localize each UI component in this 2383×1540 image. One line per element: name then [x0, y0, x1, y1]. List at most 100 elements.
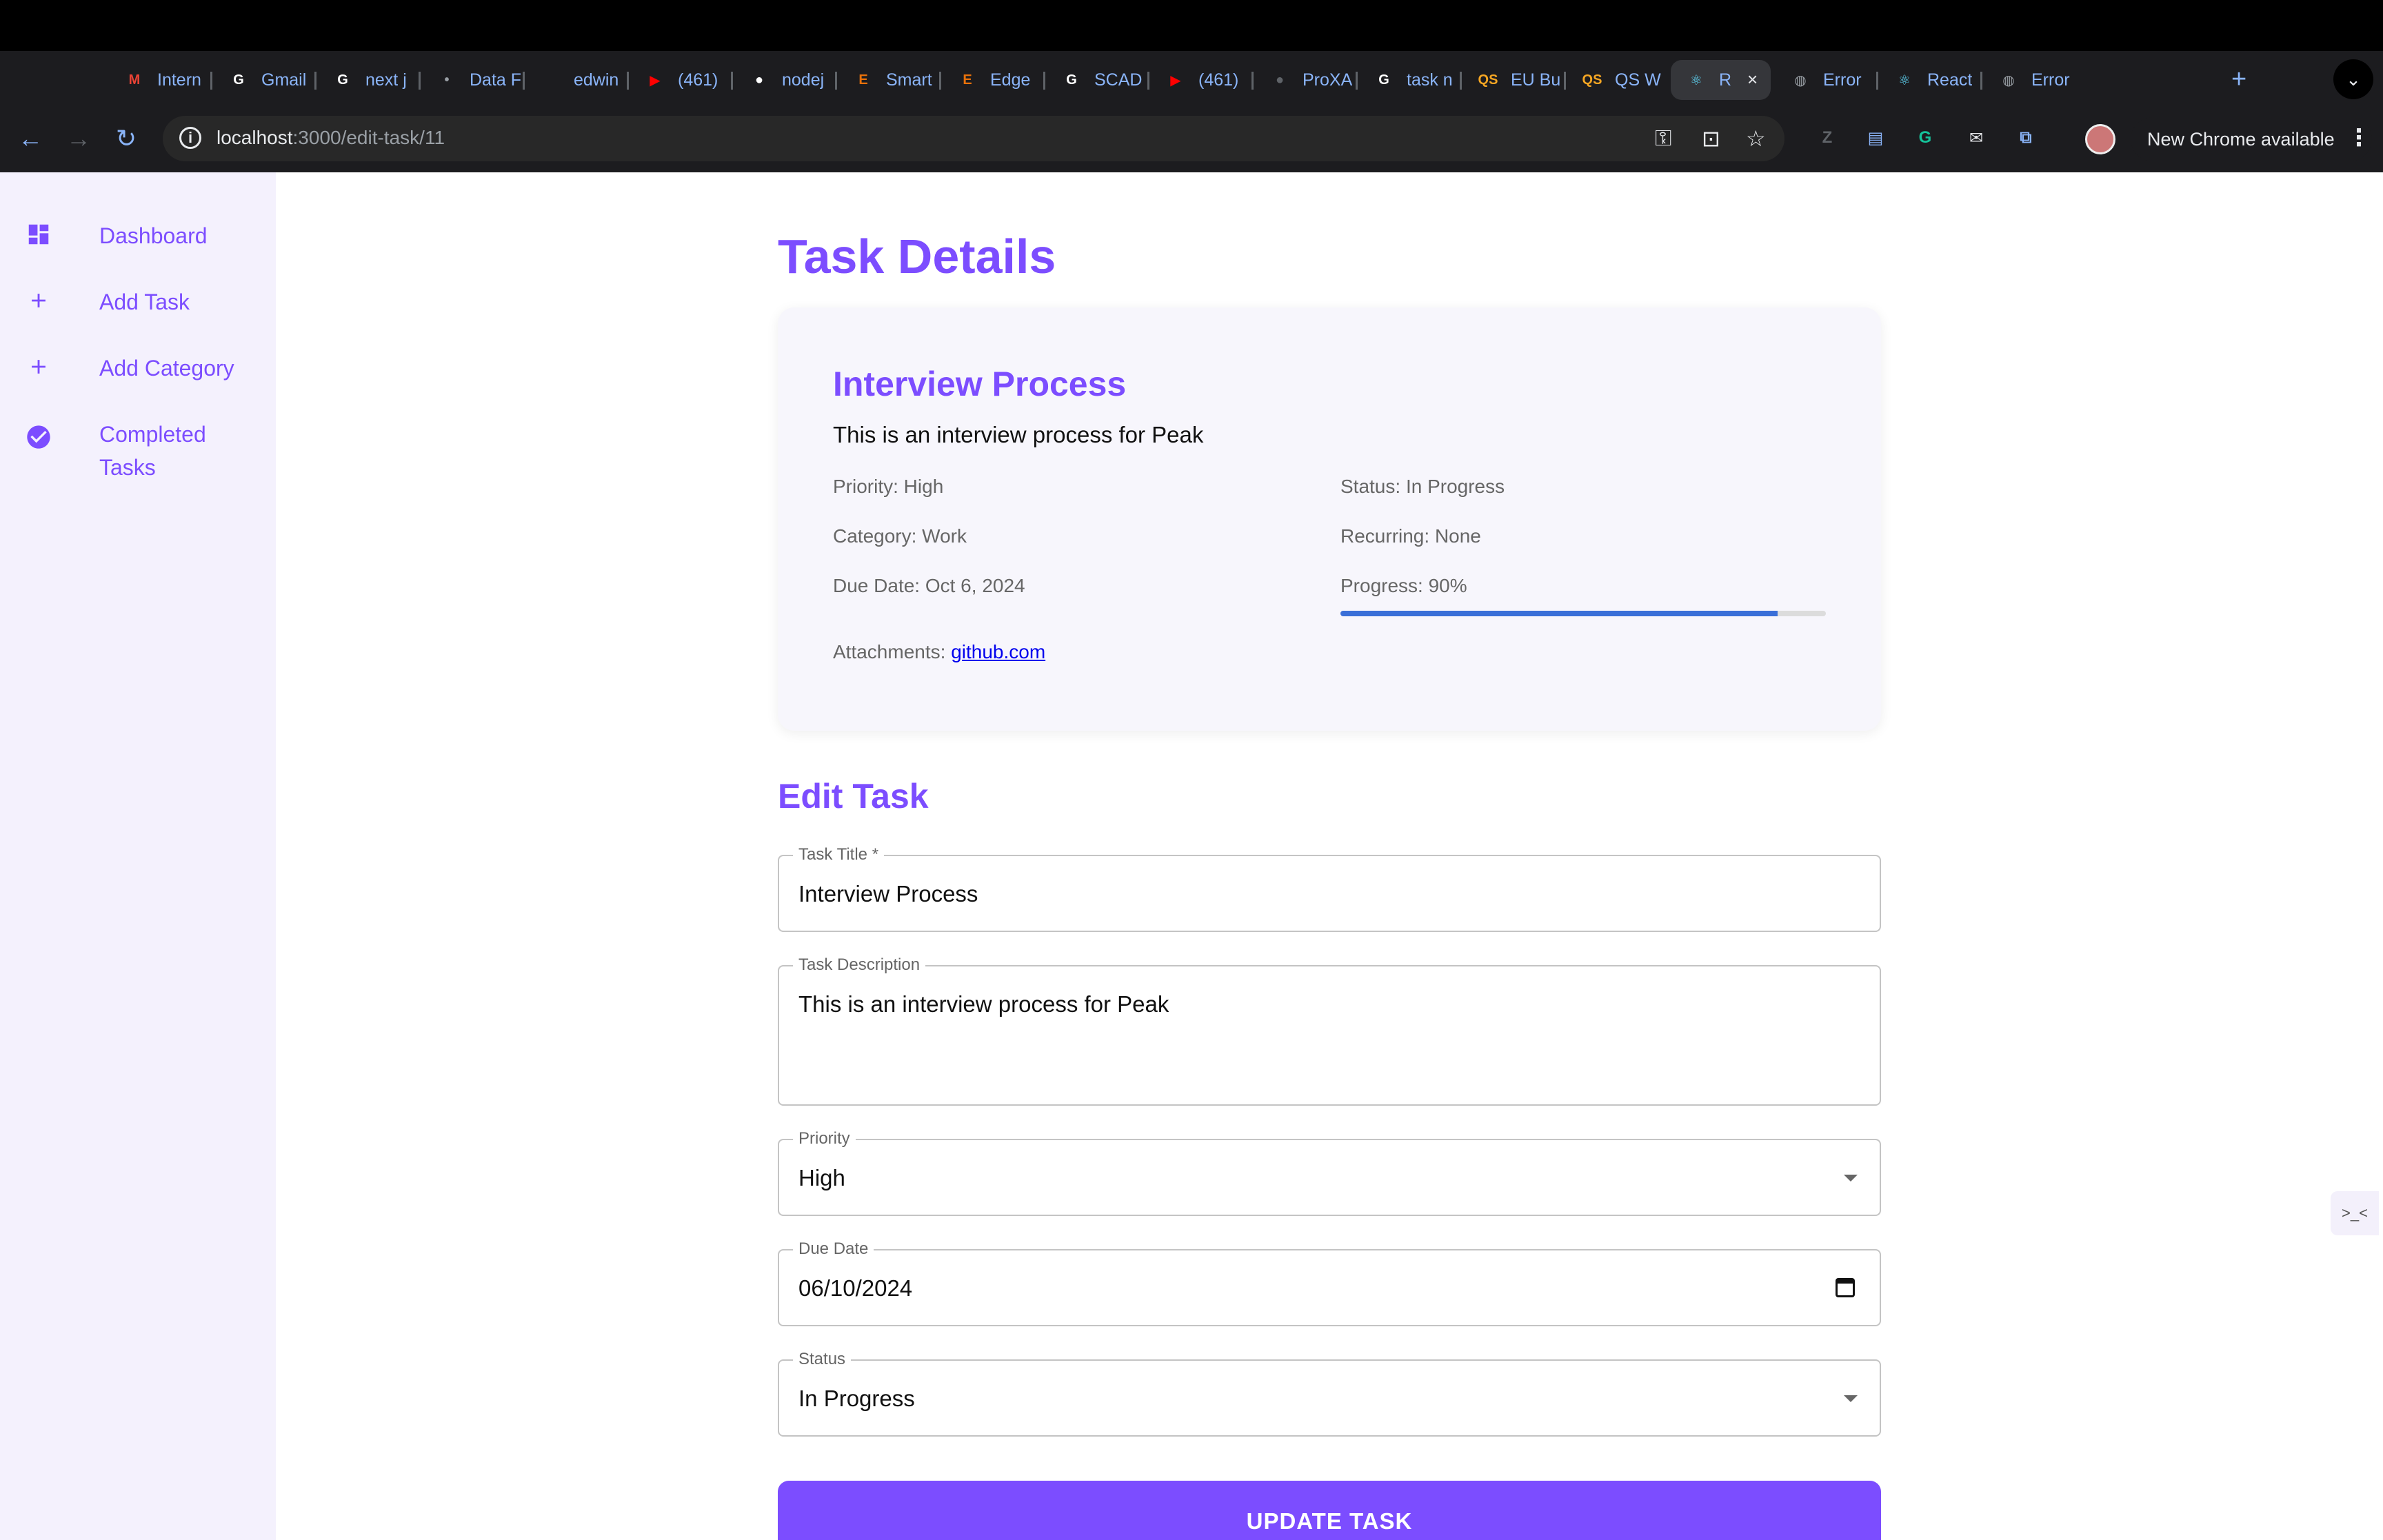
priority-select[interactable]: Priority High — [778, 1128, 1881, 1216]
browser-tab[interactable]: ● nodej — [734, 60, 834, 100]
dot-icon: • — [444, 72, 450, 88]
chevron-down-icon — [1844, 1395, 1858, 1402]
back-button[interactable]: ← — [18, 121, 43, 156]
status-text: Status: In Progress — [1340, 476, 1505, 497]
tab-separator — [210, 72, 212, 90]
tab-separator — [1460, 72, 1462, 90]
attachment-link[interactable]: github.com — [951, 641, 1045, 662]
plus-icon — [23, 352, 54, 382]
due-date-input[interactable]: Due Date 06/10/2024 — [778, 1238, 1881, 1326]
sidebar-item-label: Dashboard — [99, 223, 208, 248]
site-info-icon[interactable]: i — [179, 127, 201, 149]
extension-mail-icon[interactable]: ✉ — [1962, 124, 1990, 152]
tab-separator — [523, 72, 525, 90]
password-key-icon[interactable]: ⚿ — [1655, 125, 1671, 152]
sidebar: Dashboard Add Task Add Category Complete… — [0, 172, 276, 1540]
browser-tab-title: Gmail — [261, 70, 307, 90]
status-select[interactable]: Status In Progress — [778, 1348, 1881, 1437]
browser-tab-title: R — [1719, 70, 1732, 90]
browser-tab[interactable]: G Gmail — [213, 60, 313, 100]
forward-button[interactable]: → — [66, 121, 91, 156]
update-task-button[interactable]: UPDATE TASK — [778, 1481, 1881, 1540]
tab-search-button[interactable]: ⌄ — [2333, 59, 2373, 99]
task-title-value[interactable]: Interview Process — [798, 881, 978, 907]
browser-tab[interactable]: E Smart — [838, 60, 938, 100]
chrome-update-label: New Chrome available — [2147, 128, 2335, 150]
window-top-strip — [0, 0, 2383, 51]
tab-separator — [1564, 72, 1566, 90]
profile-avatar[interactable] — [2085, 124, 2115, 154]
browser-tab[interactable]: Gnext j — [317, 60, 417, 100]
browser-menu-icon[interactable]: ⋮ — [2347, 124, 2371, 152]
tab-separator — [419, 72, 421, 90]
browser-tab[interactable]: QS QS W — [1567, 60, 1667, 100]
browser-tab-title: Smart — [886, 70, 932, 90]
qs-icon: QS — [1582, 72, 1602, 88]
browser-tab[interactable]: QS EU Bu — [1462, 60, 1562, 100]
tab-separator — [1980, 72, 1982, 90]
browser-tab[interactable]: ● ProXA — [1254, 60, 1354, 100]
task-description-label: Task Description — [793, 954, 926, 976]
due-date-value[interactable]: 06/10/2024 — [798, 1275, 912, 1301]
browser-tab[interactable]: G SCAD — [1046, 60, 1146, 100]
browser-tab[interactable]: ⚛ React — [1879, 60, 1979, 100]
new-tab-button[interactable]: + — [2231, 66, 2246, 92]
browser-tab-title: Intern — [157, 70, 201, 90]
browser-tab-title: (461) — [678, 70, 718, 90]
letter-e-icon: E — [963, 72, 972, 88]
browser-tab-title: Data F — [470, 70, 521, 90]
task-details-card: Interview Process This is an interview p… — [778, 307, 1881, 731]
extensions-puzzle-icon[interactable]: ⧉ — [2012, 124, 2040, 152]
browser-tab[interactable]: Gtask n — [1358, 60, 1458, 100]
update-task-label: UPDATE TASK — [1246, 1508, 1413, 1534]
extension-z-icon[interactable]: Z — [1813, 124, 1841, 152]
due-date-label: Due Date — [793, 1238, 874, 1260]
globe-icon: ◍ — [2002, 72, 2015, 88]
sidebar-item-label: Add Category — [99, 356, 234, 381]
browser-tab[interactable]: ▶ (461) — [1150, 60, 1250, 100]
bookmark-star-icon[interactable]: ☆ — [1746, 125, 1766, 152]
google-icon: G — [337, 72, 348, 88]
browser-tab[interactable]: E Edge — [942, 60, 1042, 100]
letter-e-icon: E — [858, 72, 868, 88]
progress-bar — [1340, 611, 1826, 616]
browser-tab[interactable]: ▶ (461) — [630, 60, 730, 100]
reload-button[interactable]: ↻ — [116, 121, 137, 156]
task-title-input[interactable]: Task Title * Interview Process — [778, 844, 1881, 932]
grammarly-icon[interactable]: G — [1911, 124, 1939, 152]
task-description-input[interactable]: Task Description This is an interview pr… — [778, 954, 1881, 1106]
calendar-icon[interactable] — [1836, 1278, 1855, 1297]
task-title: Interview Process — [833, 365, 1127, 403]
task-title-label: Task Title * — [793, 844, 885, 866]
browser-tab[interactable]: ◍ Error — [1775, 60, 1875, 100]
url-text[interactable]: localhost:3000/edit-task/11 — [217, 127, 445, 149]
url-host: localhost — [217, 127, 293, 148]
progress-text: Progress: 90% — [1340, 575, 1467, 596]
task-description-value[interactable]: This is an interview process for Peak — [798, 991, 1169, 1017]
extension-book-icon[interactable]: ▤ — [1862, 124, 1889, 152]
browser-tab[interactable]: ◍ Error — [1983, 60, 2083, 100]
floating-widget-icon[interactable]: >_< — [2331, 1191, 2379, 1235]
browser-tab[interactable]: • Data F — [421, 60, 521, 100]
browser-tab[interactable]: edwin — [525, 60, 625, 100]
tab-separator — [314, 72, 316, 90]
browser-tab-title: Error — [1823, 70, 1862, 90]
tab-separator — [1251, 72, 1254, 90]
edit-task-heading: Edit Task — [778, 777, 929, 815]
gmail-icon: M — [128, 72, 141, 88]
install-app-icon[interactable]: ⊡ — [1702, 125, 1720, 152]
tab-separator — [1876, 72, 1878, 90]
tab-separator — [835, 72, 837, 90]
tab-strip: M Intern G Gmail Gnext j • Data F edwin ▶ (461) ● n… — [0, 51, 2383, 109]
browser-tab[interactable]: M Intern — [109, 60, 209, 100]
github-icon: ● — [1275, 72, 1285, 88]
tab-separator — [939, 72, 941, 90]
close-icon[interactable]: × — [1747, 69, 1758, 90]
page-title: Task Details — [778, 230, 1056, 283]
chrome-update-button[interactable]: New Chrome available — [2131, 117, 2372, 161]
tab-separator — [1356, 72, 1358, 90]
priority-label: Priority — [793, 1128, 856, 1150]
google-icon: G — [233, 72, 244, 88]
browser-tab-title: EU Bu — [1511, 70, 1561, 90]
tab-separator — [1147, 72, 1149, 90]
